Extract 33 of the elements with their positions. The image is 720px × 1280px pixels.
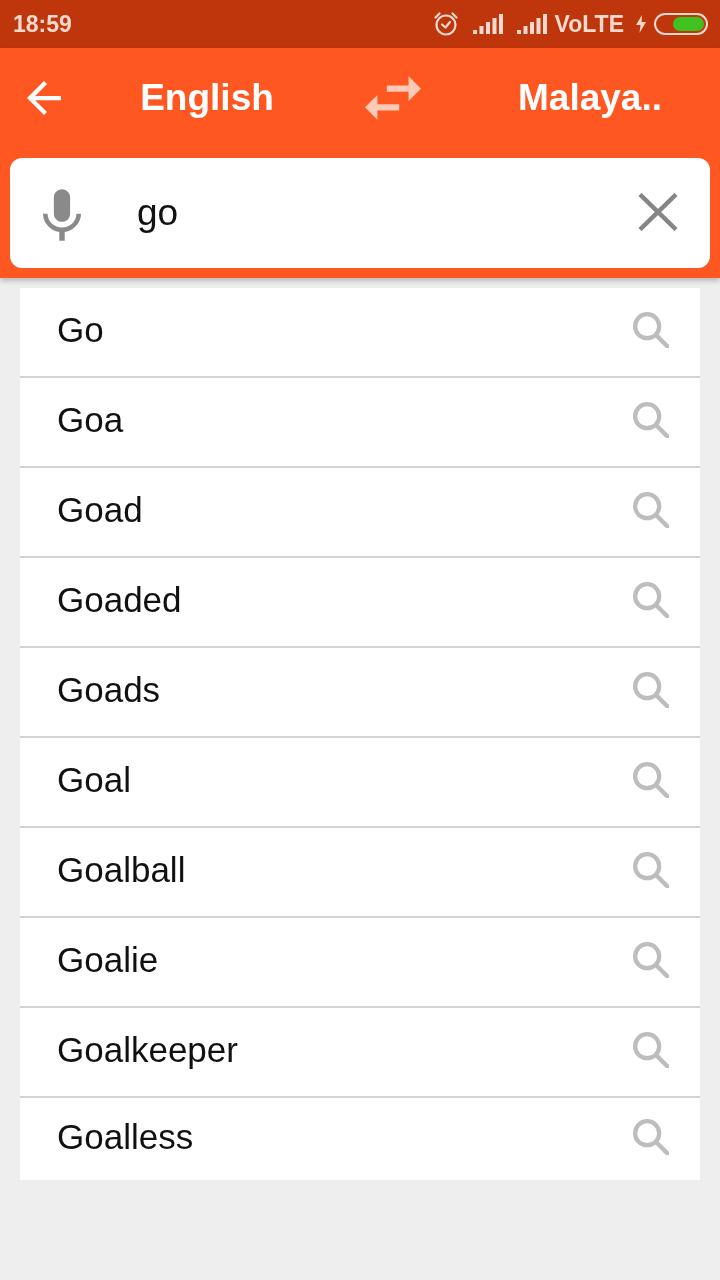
search-icon (633, 402, 669, 438)
suggestion-item[interactable]: Goal (20, 738, 700, 828)
search-icon (633, 312, 669, 348)
search-icon (633, 1119, 669, 1155)
close-icon[interactable] (638, 193, 678, 231)
suggestion-item[interactable]: Goalball (20, 828, 700, 918)
search-field[interactable]: go (137, 188, 618, 238)
suggestion-item[interactable]: Goads (20, 648, 700, 738)
swap-arrows-icon[interactable] (365, 76, 421, 120)
search-icon (633, 492, 669, 528)
microphone-icon[interactable] (43, 189, 81, 241)
suggestion-item[interactable]: Go (20, 288, 700, 378)
search-icon (633, 672, 669, 708)
status-time: 18:59 (13, 10, 72, 38)
search-icon (633, 582, 669, 618)
search-icon (633, 762, 669, 798)
lightning-bolt-icon (636, 15, 646, 33)
suggestion-item[interactable]: Goa (20, 378, 700, 468)
alarm-clock-icon (432, 11, 459, 37)
suggestion-item[interactable]: Goalless (20, 1098, 700, 1180)
signal-icon (516, 14, 547, 34)
back-arrow-icon[interactable] (27, 81, 61, 115)
suggestion-item[interactable]: Goaded (20, 558, 700, 648)
suggestion-item[interactable]: Goad (20, 468, 700, 558)
search-bar[interactable]: go (10, 158, 710, 268)
search-icon (633, 1032, 669, 1068)
battery-icon (654, 13, 708, 35)
suggestion-item[interactable]: Goalie (20, 918, 700, 1008)
signal-icon (472, 14, 503, 34)
network-label: VoLTE (554, 10, 624, 38)
search-icon (633, 852, 669, 888)
suggestion-item[interactable]: Goalkeeper (20, 1008, 700, 1098)
search-icon (633, 942, 669, 978)
